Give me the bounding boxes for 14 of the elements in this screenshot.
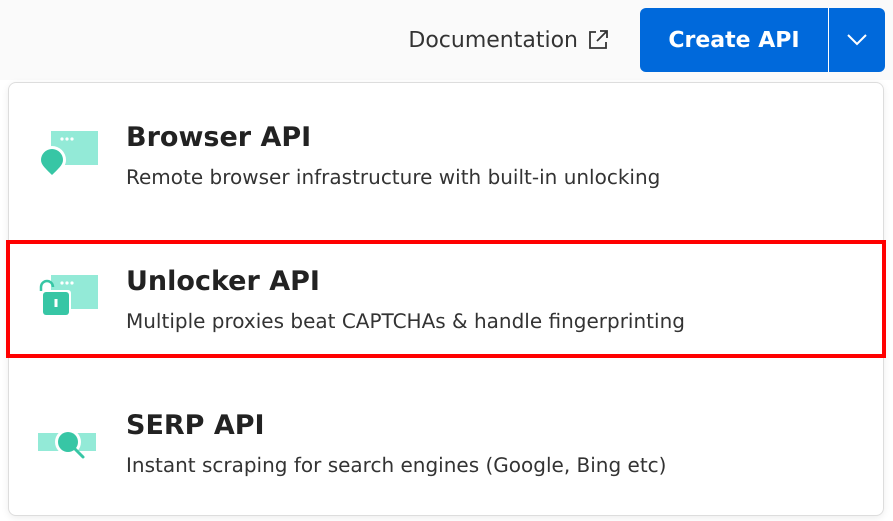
menu-item[interactable]: Unlocker API Multiple proxies beat CAPTCHAs & handle fingerprinting [6, 240, 886, 358]
create-api-button[interactable]: Create API [640, 8, 828, 72]
menu-item[interactable]: SERP API Instant scraping for search engines (Google, Bing etc) [6, 384, 886, 502]
chevron-down-icon [846, 33, 868, 47]
item-title: SERP API [126, 410, 266, 440]
item-description: Instant scraping for search engines (Google, Bing etc) [126, 452, 666, 476]
item-title: Browser API [126, 122, 312, 152]
item-description: Multiple proxies beat CAPTCHAs & handle fingerprinting [126, 308, 685, 332]
item-description: Remote browser infrastructure with built-in unlocking [126, 164, 660, 188]
documentation-link[interactable]: Documentation [408, 28, 610, 52]
external-link-icon [586, 28, 610, 52]
menu-item[interactable]: Browser API Remote browser infrastructure with built-in unlocking [6, 96, 886, 214]
dropdown-toggle[interactable] [828, 8, 885, 72]
item-title: Unlocker API [126, 266, 321, 296]
